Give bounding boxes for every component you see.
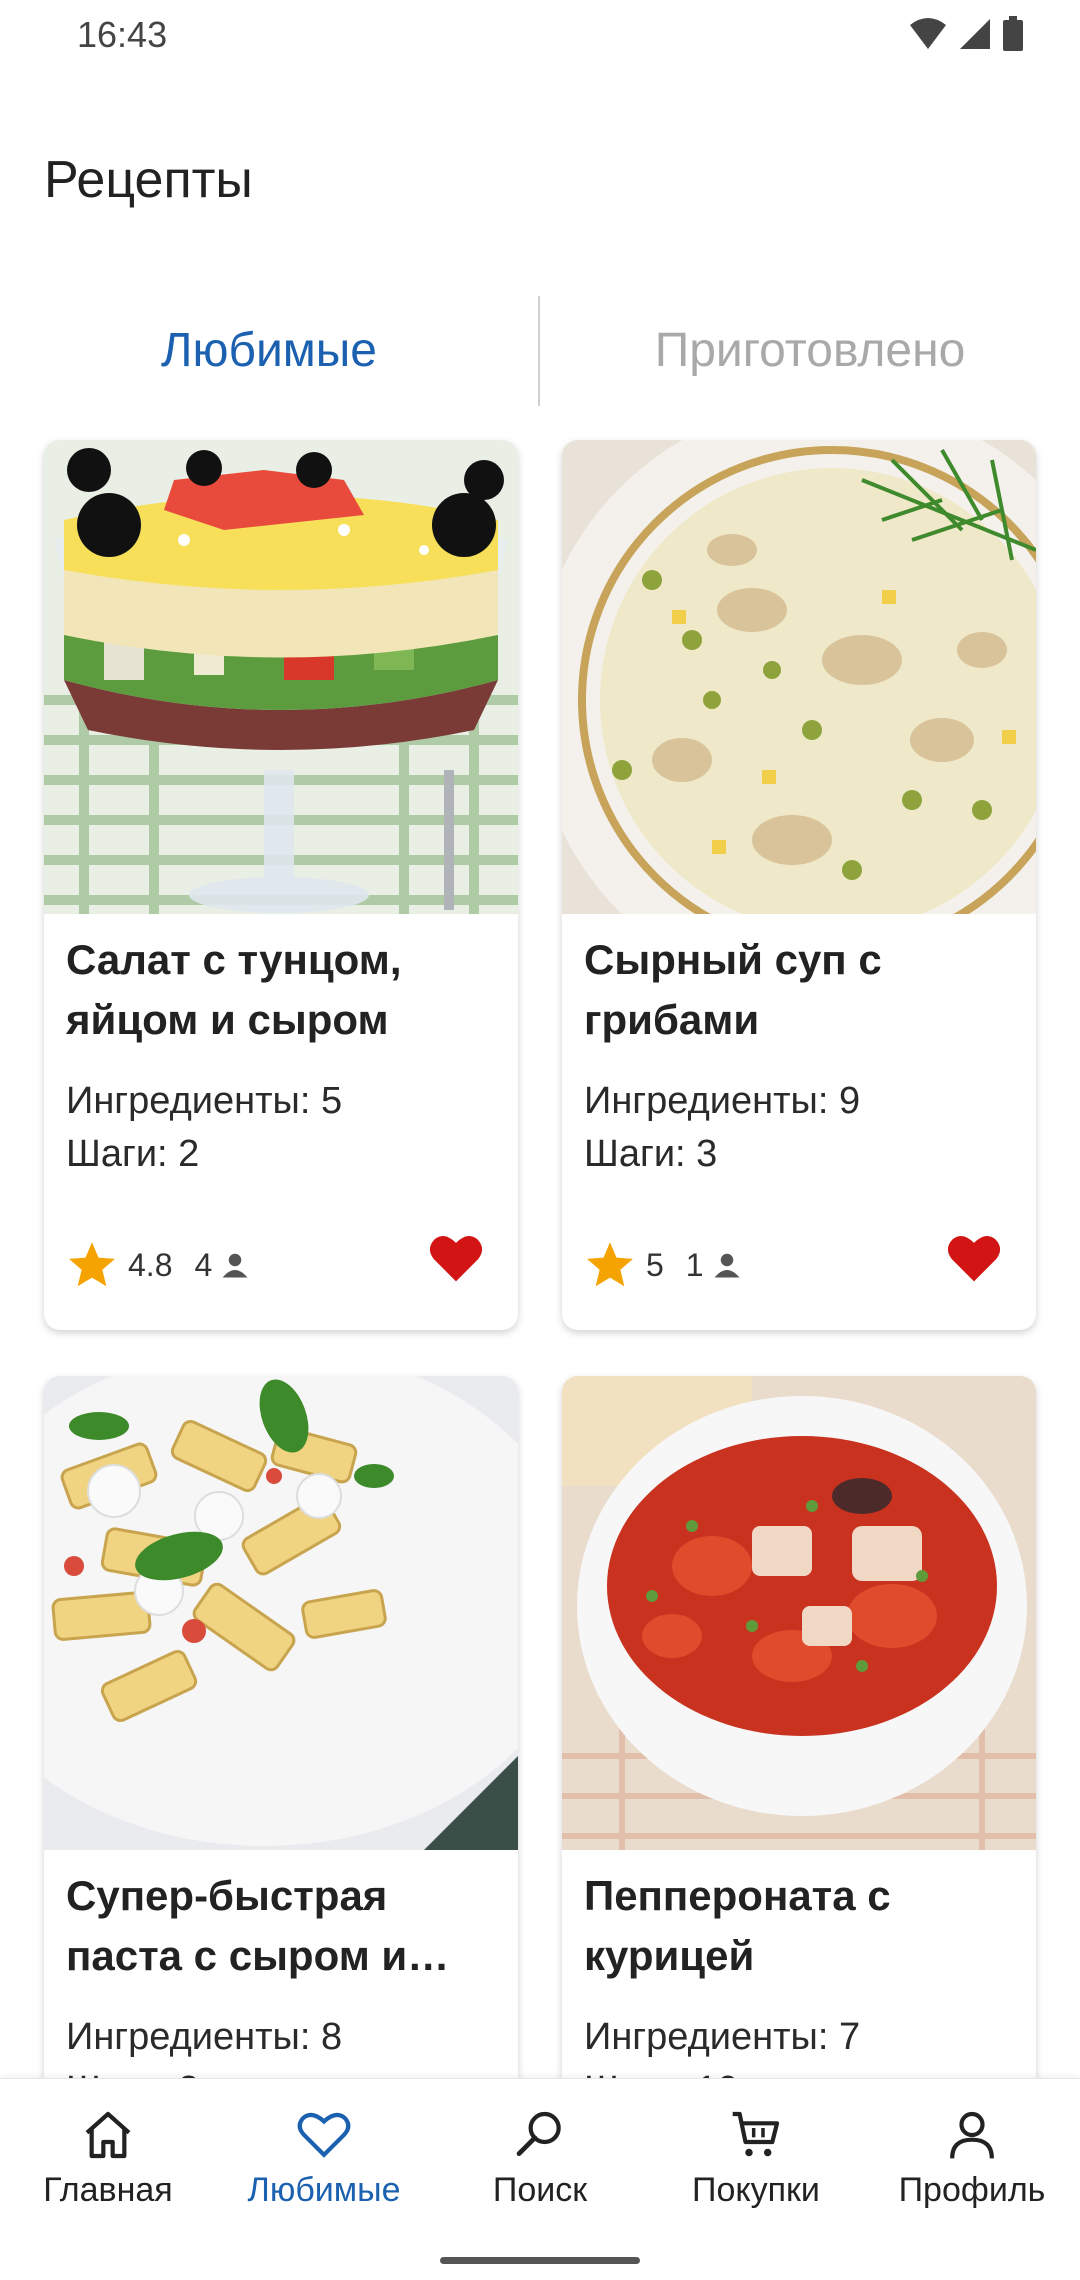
nav-label: Покупки	[692, 2171, 820, 2209]
tab-favorites[interactable]: Любимые	[0, 290, 538, 410]
recipe-ingredients: Ингредиенты: 7	[584, 2016, 861, 2058]
nav-home[interactable]: Главная	[0, 2107, 216, 2247]
cart-icon	[732, 2111, 780, 2157]
recipe-image-pasta[interactable]	[44, 1376, 518, 1850]
tabs: Любимые Приготовлено	[0, 290, 1080, 410]
star-icon	[587, 1242, 633, 1287]
nav-search[interactable]: Поиск	[432, 2107, 648, 2247]
page-title: Рецепты	[44, 151, 253, 209]
recipe-image-soup[interactable]	[562, 440, 1036, 914]
recipe-ingredients: Ингредиенты: 9	[584, 1080, 861, 1122]
search-icon	[516, 2111, 561, 2156]
favorite-heart-icon[interactable]	[428, 1232, 484, 1284]
status-icons	[908, 16, 1024, 52]
recipe-ingredients: Ингредиенты: 8	[66, 2016, 343, 2058]
bottom-nav: Главная Любимые Поиск Покупки Профиль	[0, 2078, 1080, 2280]
signal-icon	[960, 19, 990, 49]
home-icon	[85, 2111, 131, 2159]
nav-label: Профиль	[898, 2171, 1046, 2209]
person-icon	[714, 1253, 740, 1278]
recipe-card[interactable]: Салат с тунцом, яйцом и сыром Ингредиент…	[44, 440, 518, 1330]
recipe-steps: Шаги: 2	[66, 1133, 200, 1175]
nav-label: Главная	[43, 2171, 173, 2209]
nav-favorites[interactable]: Любимые	[216, 2107, 432, 2247]
recipe-image-salad[interactable]	[44, 440, 518, 914]
recipe-people-count: 4	[194, 1246, 213, 1283]
nav-profile[interactable]: Профиль	[864, 2107, 1080, 2247]
recipe-rating: 4.8	[128, 1246, 173, 1283]
recipe-people-count: 1	[685, 1246, 704, 1283]
recipe-steps: Шаги: 3	[584, 1133, 718, 1175]
battery-icon	[1003, 16, 1023, 51]
status-time: 16:43	[77, 14, 168, 55]
recipe-card[interactable]: Сырный суп с грибами Ингредиенты: 9 Шаги…	[562, 440, 1036, 1330]
wifi-icon	[910, 18, 946, 49]
recipe-ingredients: Ингредиенты: 5	[66, 1080, 343, 1122]
recipe-title: Пеппероната с курицей	[584, 1872, 891, 1979]
recipe-footer: 4.8 4	[66, 1230, 496, 1300]
recipe-footer: 5 1	[584, 1230, 1014, 1300]
person-icon	[222, 1253, 248, 1278]
tab-cooked[interactable]: Приготовлено	[540, 290, 1080, 410]
profile-icon	[950, 2111, 994, 2159]
heart-icon	[297, 2112, 351, 2158]
recipe-title: Сырный суп с грибами	[584, 936, 882, 1043]
recipe-title: Салат с тунцом, яйцом и сыром	[66, 936, 402, 1043]
star-icon	[69, 1242, 115, 1287]
recipe-image-pepperonata[interactable]	[562, 1376, 1036, 1850]
recipe-title: Супер-быстрая паста с сыром и томатами	[66, 1872, 408, 1979]
nav-label: Любимые	[247, 2171, 401, 2209]
home-indicator	[440, 2257, 640, 2264]
nav-shopping[interactable]: Покупки	[648, 2107, 864, 2247]
status-bar: 16:43	[0, 0, 1080, 70]
recipe-rating: 5	[646, 1246, 664, 1283]
favorite-heart-icon[interactable]	[946, 1232, 1002, 1284]
nav-label: Поиск	[492, 2171, 588, 2209]
